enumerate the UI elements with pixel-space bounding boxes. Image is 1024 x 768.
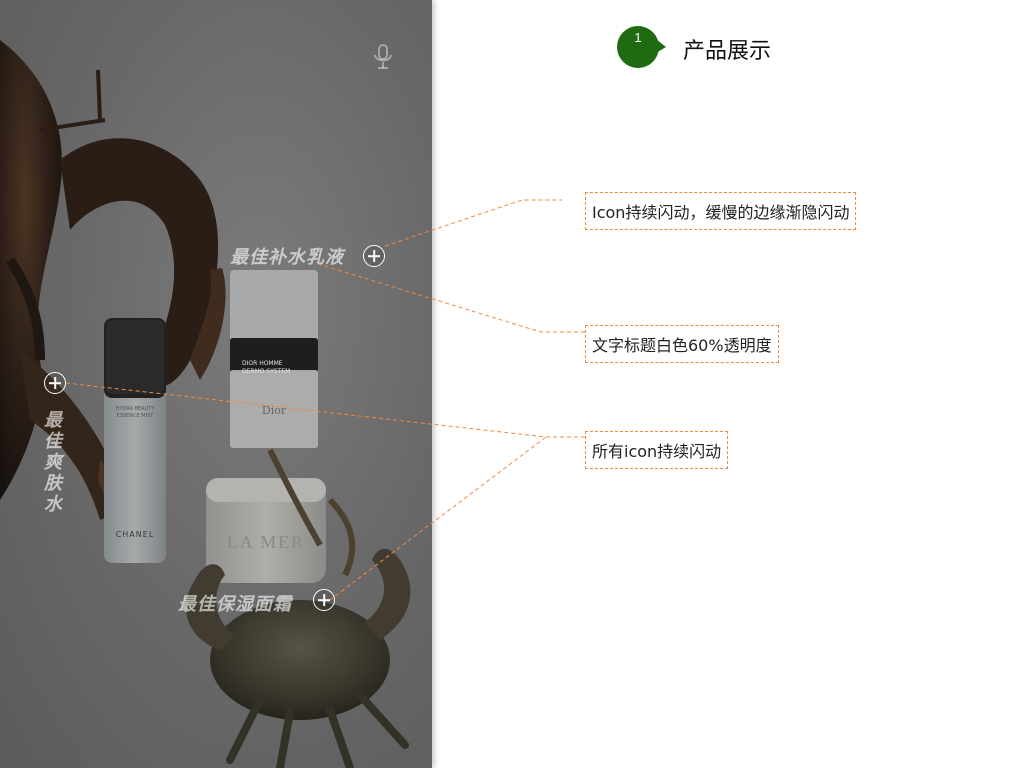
lamer-brand-label: LA MER xyxy=(226,532,306,552)
dior-brand-label: Dior xyxy=(261,404,287,417)
page-title: 产品展示 xyxy=(683,39,772,64)
plus-circle-icon-lotion[interactable] xyxy=(363,245,385,267)
title-best-lotion: 最佳补水乳液 xyxy=(230,247,344,268)
annotation-note-all-icons: 所有icon持续闪动 xyxy=(585,431,729,469)
annotation-note-title-opacity: 文字标题白色60%透明度 xyxy=(585,325,779,363)
chanel-name-line-2: ESSENCE MIST xyxy=(116,413,154,419)
dior-line-label: DIOR HOMME DERMO SYSTEM xyxy=(242,360,290,376)
microphone-icon[interactable] xyxy=(372,43,394,71)
title-best-toner: 最佳爽肤水 xyxy=(41,410,62,515)
product-photo-panel: HYDRA BEAUTY ESSENCE MIST CHANEL DIOR HO… xyxy=(0,0,432,768)
plus-circle-icon-cream[interactable] xyxy=(313,589,335,611)
step-number: 1 xyxy=(634,30,641,45)
plus-circle-icon-toner[interactable] xyxy=(44,372,66,394)
chanel-brand-label: CHANEL xyxy=(115,530,155,539)
step-badge-icon: 1 xyxy=(617,26,666,68)
annotation-note-icon-blink: Icon持续闪动，缓慢的边缘渐隐闪动 xyxy=(585,192,857,230)
dior-line-1: DIOR HOMME xyxy=(242,360,283,367)
chanel-name-label: HYDRA BEAUTY ESSENCE MIST xyxy=(110,406,160,420)
chanel-name-line-1: HYDRA BEAUTY xyxy=(115,406,155,412)
title-best-cream: 最佳保湿面霜 xyxy=(178,594,292,615)
dior-line-2: DERMO SYSTEM xyxy=(242,368,291,375)
